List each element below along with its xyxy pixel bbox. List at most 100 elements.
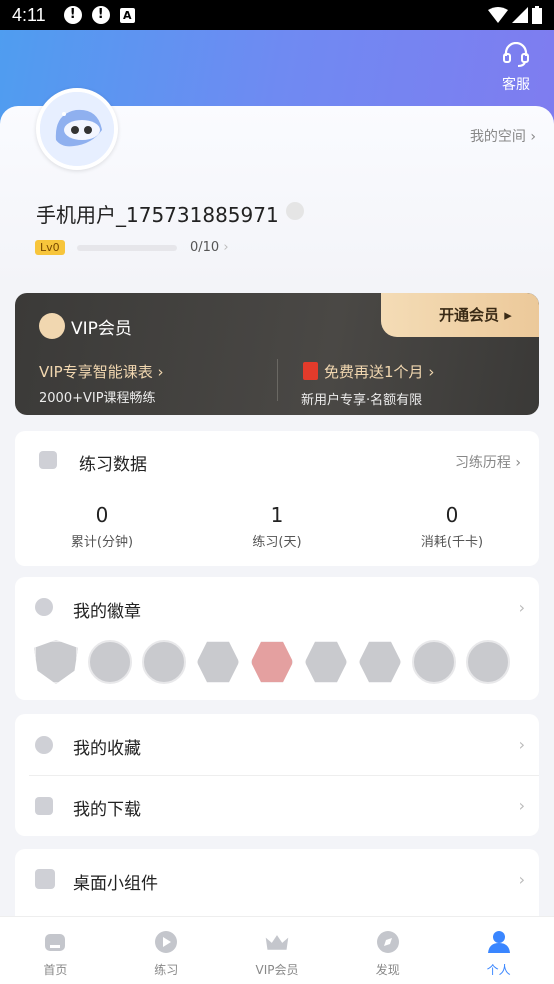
- badge-icon: [250, 641, 294, 683]
- tab-label: 个人: [486, 963, 511, 977]
- tab-profile[interactable]: 个人: [443, 917, 554, 984]
- badge-item[interactable]: [33, 639, 79, 685]
- badge-icon: [304, 641, 348, 683]
- vip-left-subtitle: 2000+VIP课程畅练: [39, 391, 156, 406]
- badge-item[interactable]: [411, 639, 457, 685]
- vip-right-title: 免费再送1个月: [324, 363, 424, 381]
- widgets-title: 桌面小组件: [73, 874, 158, 894]
- headset-icon: [503, 41, 529, 67]
- vip-card[interactable]: VIP会员 开通会员 ▸ VIP专享智能课表 › 2000+VIP课程畅练 免费…: [15, 293, 539, 415]
- practice-data-title: 练习数据: [79, 455, 147, 475]
- red-packet-icon: [303, 362, 318, 380]
- person-icon: [487, 931, 510, 953]
- badge-icon: [358, 641, 402, 683]
- stat-value: 1: [270, 503, 284, 527]
- bar-chart-icon: [39, 451, 57, 469]
- open-vip-label: 开通会员: [439, 306, 500, 324]
- stat-total-minutes: 0 累计(分钟): [42, 503, 162, 550]
- tab-vip[interactable]: VIP会员: [222, 917, 333, 984]
- downloads-title: 我的下载: [73, 800, 141, 820]
- customer-service-label: 客服: [502, 77, 530, 93]
- bottom-tab-bar: 首页 练习 VIP会员 发现 个人: [0, 916, 554, 984]
- vip-free-month-link[interactable]: 免费再送1个月 ›: [303, 361, 434, 382]
- badge-item[interactable]: [303, 639, 349, 685]
- chevron-right-icon: ›: [518, 735, 525, 754]
- chevron-right-icon: ›: [223, 240, 229, 255]
- chevron-right-icon: ›: [530, 129, 536, 145]
- badge-item[interactable]: [141, 639, 187, 685]
- play-arrow-icon: ▸: [504, 306, 512, 324]
- heart-icon: [35, 736, 53, 754]
- stat-value: 0: [95, 503, 109, 527]
- crown-icon: [286, 202, 304, 220]
- tab-label: 首页: [43, 963, 68, 977]
- play-circle-icon: [155, 931, 178, 953]
- badge-item[interactable]: [249, 639, 295, 685]
- home-icon: [45, 934, 66, 951]
- vip-logo-icon: [39, 313, 65, 339]
- practice-history-link[interactable]: 习练历程 ›: [455, 452, 521, 472]
- level-progress-bar: [77, 245, 177, 251]
- stat-caption: 练习(天): [252, 535, 302, 550]
- alert-icon: !: [91, 6, 110, 24]
- badge-item[interactable]: [357, 639, 403, 685]
- badge-icon: [142, 640, 186, 684]
- level-progress-value: 0/10: [190, 240, 220, 255]
- signal-icon: [512, 7, 528, 23]
- stat-calories: 0 消耗(千卡): [392, 503, 512, 550]
- badge-icon: [88, 640, 132, 684]
- downloads-row[interactable]: 我的下载 ›: [15, 776, 539, 836]
- vip-left-title: VIP专享智能课表: [39, 363, 153, 381]
- tab-practice[interactable]: 练习: [111, 917, 222, 984]
- my-badges-card[interactable]: 我的徽章 ›: [15, 577, 539, 700]
- badge-icon: [412, 640, 456, 684]
- download-icon: [35, 797, 53, 815]
- badge-icon: [466, 640, 510, 684]
- badge-icon: [34, 640, 78, 684]
- favorites-title: 我的收藏: [73, 739, 141, 759]
- practice-data-card[interactable]: 练习数据 习练历程 › 0 累计(分钟) 1 练习(天) 0 消耗(千卡): [15, 431, 539, 566]
- stat-caption: 消耗(千卡): [420, 535, 484, 550]
- vip-logo: VIP会员: [39, 313, 132, 339]
- open-vip-button[interactable]: 开通会员 ▸: [381, 293, 539, 337]
- badge-item[interactable]: [465, 639, 511, 685]
- avatar[interactable]: [36, 88, 118, 170]
- status-bar: 4:11 ! ! A: [0, 0, 554, 30]
- favorites-row[interactable]: 我的收藏 ›: [15, 714, 539, 775]
- my-space-label: 我的空间: [469, 129, 526, 145]
- username: 手机用户_175731885971: [36, 203, 279, 227]
- favorites-downloads-card: 我的收藏 › 我的下载 ›: [15, 714, 539, 836]
- vip-title: VIP会员: [71, 318, 132, 339]
- level-badge: Lv0: [35, 240, 65, 255]
- badge-icon: [196, 641, 240, 683]
- level-progress-text[interactable]: 0/10 ›: [190, 240, 229, 255]
- badge-list: [33, 639, 511, 685]
- vip-divider: [277, 359, 278, 401]
- practice-history-label: 习练历程: [454, 455, 511, 471]
- text-icon: A: [119, 7, 135, 23]
- tab-home[interactable]: 首页: [0, 917, 111, 984]
- vip-smart-schedule-link[interactable]: VIP专享智能课表 ›: [39, 361, 164, 382]
- tab-label: 练习: [154, 963, 179, 977]
- my-space-link[interactable]: 我的空间 ›: [470, 126, 536, 146]
- status-indicators: [488, 6, 542, 24]
- tab-label: VIP会员: [255, 963, 299, 977]
- avatar-image: [40, 92, 114, 166]
- alert-icon: !: [63, 6, 82, 24]
- stat-value: 0: [445, 503, 459, 527]
- stat-caption: 累计(分钟): [70, 535, 134, 550]
- widget-grid-icon: [35, 869, 55, 889]
- wifi-icon: [488, 7, 508, 23]
- customer-service-button[interactable]: 客服: [498, 41, 534, 94]
- stat-practice-days: 1 练习(天): [217, 503, 337, 550]
- battery-icon: [532, 6, 542, 24]
- badge-item[interactable]: [195, 639, 241, 685]
- star-badge-icon: [35, 598, 53, 616]
- tab-label: 发现: [375, 963, 400, 977]
- badge-item[interactable]: [87, 639, 133, 685]
- tab-discover[interactable]: 发现: [332, 917, 443, 984]
- my-badges-title: 我的徽章: [73, 602, 141, 622]
- vip-right-subtitle: 新用户专享·名额有限: [301, 393, 423, 408]
- chevron-right-icon: ›: [518, 870, 525, 889]
- compass-icon: [376, 931, 399, 953]
